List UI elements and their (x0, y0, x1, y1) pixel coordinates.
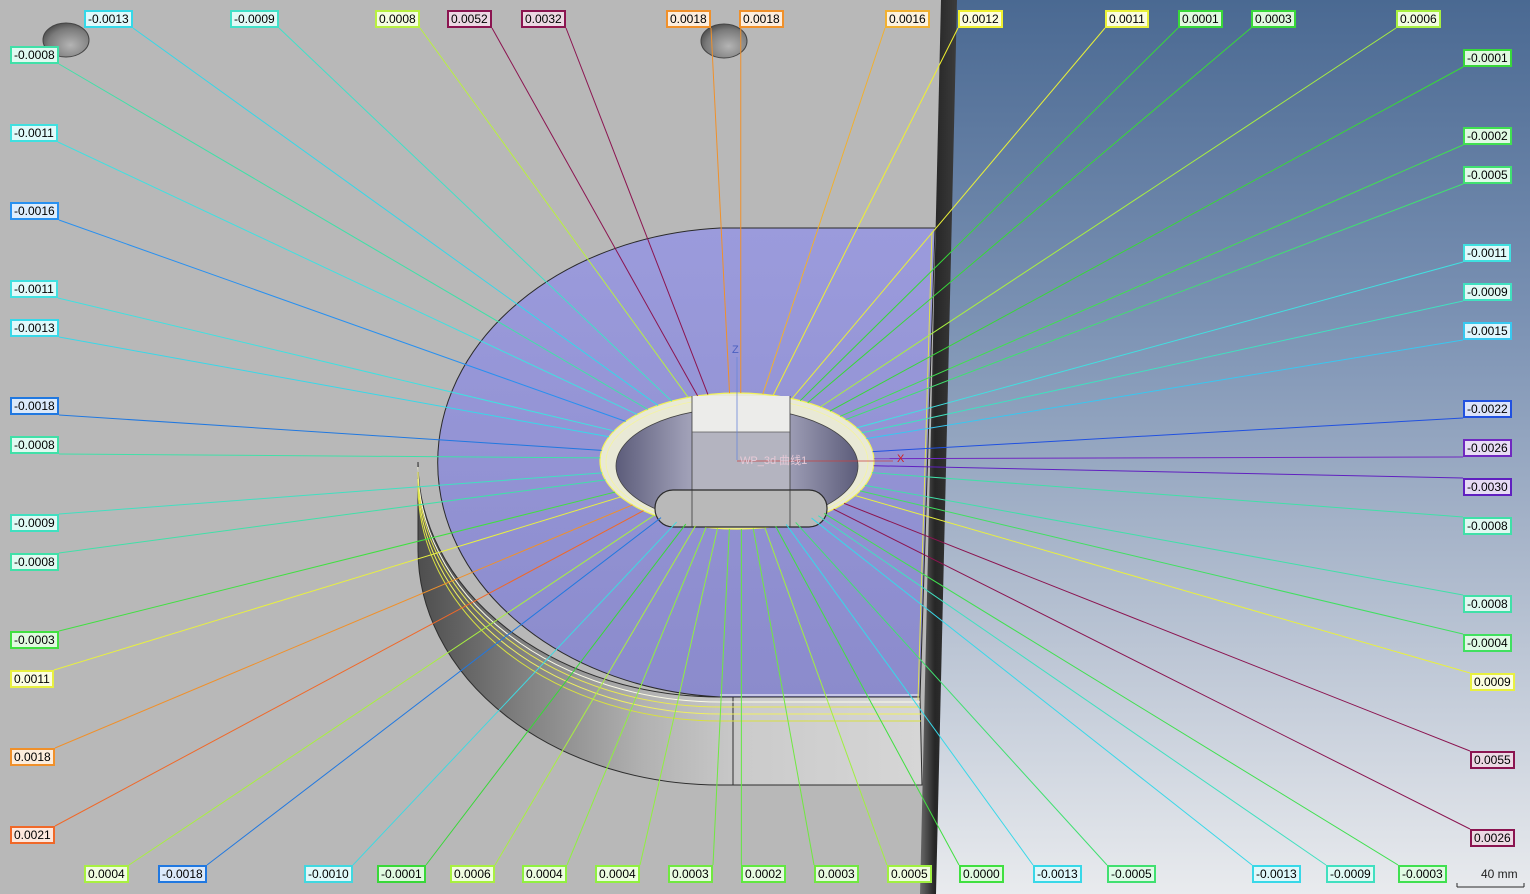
deviation-labels-layer: -0.0013 -0.0009 0.0008 0.0052 0.0032 0.0018 0.… (0, 0, 1530, 894)
deviation-label-bottom-12[interactable]: 0.0000 (959, 865, 1004, 883)
deviation-label-right-6[interactable]: -0.0015 (1463, 322, 1512, 340)
deviation-label-left-11[interactable]: 0.0011 (10, 670, 54, 688)
deviation-label-bottom-10[interactable]: 0.0003 (814, 865, 859, 883)
deviation-label-left-9[interactable]: -0.0008 (10, 553, 59, 571)
deviation-label-top-1[interactable]: -0.0013 (84, 10, 133, 28)
deviation-label-left-5[interactable]: -0.0013 (10, 319, 59, 337)
deviation-label-left-10[interactable]: -0.0003 (10, 631, 59, 649)
deviation-label-right-8[interactable]: -0.0026 (1463, 439, 1512, 457)
deviation-label-bottom-15[interactable]: -0.0013 (1252, 865, 1301, 883)
deviation-label-top-2[interactable]: -0.0009 (230, 10, 279, 28)
deviation-label-left-2[interactable]: -0.0011 (10, 124, 58, 142)
deviation-label-bottom-8[interactable]: 0.0003 (668, 865, 713, 883)
deviation-label-right-10[interactable]: -0.0008 (1463, 517, 1512, 535)
deviation-label-top-9[interactable]: 0.0012 (958, 10, 1003, 28)
deviation-label-top-5[interactable]: 0.0032 (521, 10, 566, 28)
deviation-label-bottom-13[interactable]: -0.0013 (1033, 865, 1082, 883)
deviation-label-left-4[interactable]: -0.0011 (10, 280, 58, 298)
deviation-label-top-8[interactable]: 0.0016 (885, 10, 930, 28)
deviation-label-left-13[interactable]: 0.0021 (10, 826, 55, 844)
deviation-label-right-7[interactable]: -0.0022 (1463, 400, 1512, 418)
deviation-label-left-3[interactable]: -0.0016 (10, 202, 59, 220)
deviation-label-left-12[interactable]: 0.0018 (10, 748, 55, 766)
deviation-label-right-15[interactable]: 0.0026 (1470, 829, 1515, 847)
deviation-label-left-1[interactable]: -0.0008 (10, 46, 59, 64)
deviation-label-left-7[interactable]: -0.0008 (10, 436, 59, 454)
deviation-label-top-6[interactable]: 0.0018 (666, 10, 711, 28)
deviation-label-bottom-16[interactable]: -0.0009 (1326, 865, 1375, 883)
deviation-label-right-13[interactable]: 0.0009 (1470, 673, 1515, 691)
deviation-label-bottom-2[interactable]: -0.0018 (158, 865, 207, 883)
deviation-label-right-2[interactable]: -0.0002 (1463, 127, 1512, 145)
deviation-label-bottom-3[interactable]: -0.0010 (304, 865, 353, 883)
deviation-label-left-8[interactable]: -0.0009 (10, 514, 59, 532)
3d-viewport[interactable]: Z X WP_3d 曲线1 -0.0013 -0.0009 0.0008 0.0052… (0, 0, 1530, 894)
deviation-label-bottom-9[interactable]: 0.0002 (741, 865, 786, 883)
deviation-label-right-14[interactable]: 0.0055 (1470, 751, 1515, 769)
deviation-label-right-12[interactable]: -0.0004 (1463, 634, 1512, 652)
deviation-label-bottom-4[interactable]: -0.0001 (377, 865, 426, 883)
deviation-label-top-3[interactable]: 0.0008 (375, 10, 420, 28)
deviation-label-bottom-17[interactable]: -0.0003 (1398, 865, 1447, 883)
deviation-label-right-9[interactable]: -0.0030 (1463, 478, 1512, 496)
deviation-label-right-11[interactable]: -0.0008 (1463, 595, 1512, 613)
deviation-label-bottom-5[interactable]: 0.0006 (450, 865, 495, 883)
deviation-label-bottom-11[interactable]: 0.0005 (887, 865, 932, 883)
deviation-label-left-6[interactable]: -0.0018 (10, 397, 59, 415)
deviation-label-bottom-7[interactable]: 0.0004 (595, 865, 640, 883)
deviation-label-top-12[interactable]: 0.0003 (1251, 10, 1296, 28)
deviation-label-top-10[interactable]: 0.0011 (1105, 10, 1149, 28)
deviation-label-top-4[interactable]: 0.0052 (447, 10, 492, 28)
deviation-label-bottom-14[interactable]: -0.0005 (1107, 865, 1156, 883)
deviation-label-top-11[interactable]: 0.0001 (1178, 10, 1223, 28)
deviation-label-bottom-6[interactable]: 0.0004 (522, 865, 567, 883)
deviation-label-right-3[interactable]: -0.0005 (1463, 166, 1512, 184)
deviation-label-right-1[interactable]: -0.0001 (1463, 49, 1512, 67)
deviation-label-right-5[interactable]: -0.0009 (1463, 283, 1512, 301)
deviation-label-right-4[interactable]: -0.0011 (1463, 244, 1511, 262)
scale-label: 40 mm (1481, 867, 1518, 881)
deviation-label-bottom-1[interactable]: 0.0004 (84, 865, 129, 883)
deviation-label-top-13[interactable]: 0.0006 (1396, 10, 1441, 28)
deviation-label-top-7[interactable]: 0.0018 (739, 10, 784, 28)
